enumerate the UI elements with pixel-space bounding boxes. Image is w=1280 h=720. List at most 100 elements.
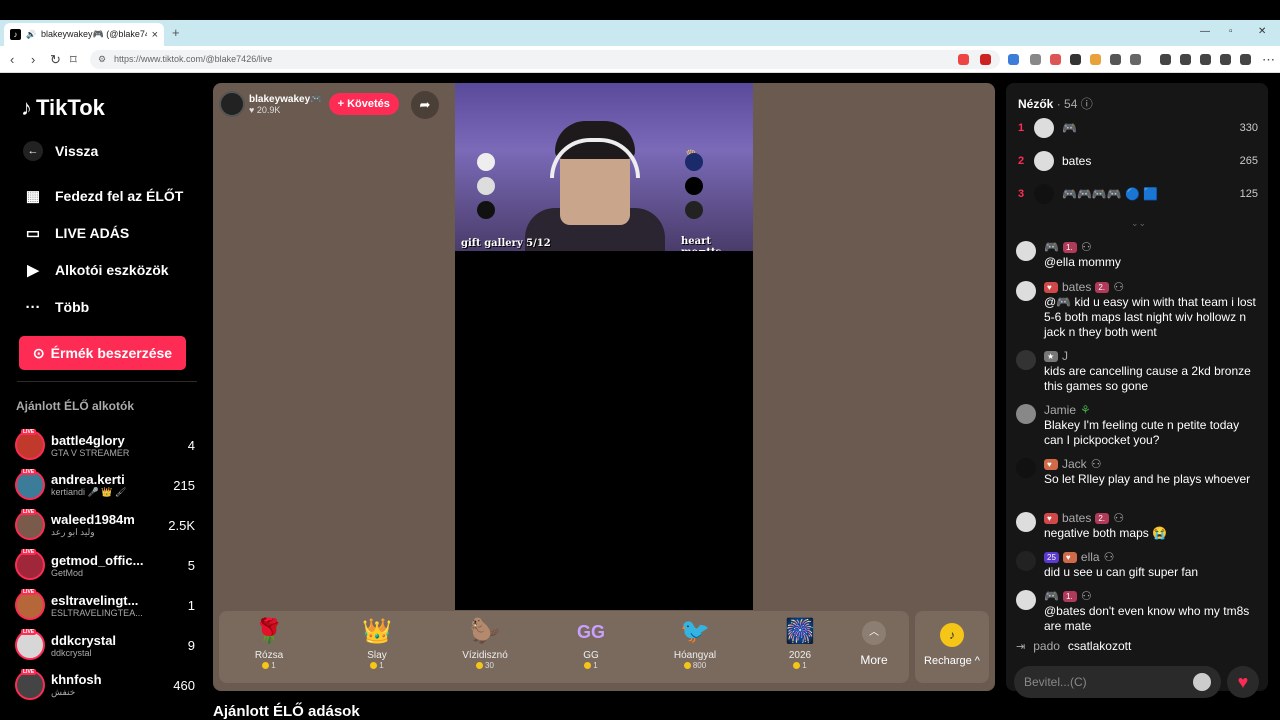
creator-item[interactable]: LIVE getmod_offic... GetMod 5 (15, 545, 195, 585)
address-bar[interactable]: ⚙ https://www.tiktok.com/@blake7426/live (90, 50, 1000, 69)
chat-username[interactable]: Jack (1062, 457, 1087, 471)
creator-item[interactable]: LIVE khnfosh خنفش 460 (15, 665, 195, 705)
gift-name: Rózsa (254, 650, 284, 661)
avatar[interactable] (1016, 590, 1036, 610)
avatar[interactable] (1016, 458, 1036, 478)
video-player[interactable]: ♛ ♛ gift gallery 5/12 heart me=tts (455, 83, 753, 610)
forward-nav-icon[interactable]: › (31, 52, 35, 67)
avatar[interactable] (1016, 404, 1036, 424)
host-avatar[interactable] (219, 91, 245, 117)
browser-tab[interactable]: ♪ 🔊 blakeywakey🎮 (@blake7426) × (4, 23, 164, 46)
like-heart-button[interactable]: ♥ (1227, 666, 1259, 698)
nav-explore-live[interactable]: ▦ Fedezd fel az ÉLŐT (23, 186, 183, 206)
close-window-icon[interactable]: ✕ (1258, 26, 1266, 37)
host-name[interactable]: blakeywakey🎮 (249, 94, 323, 105)
enter-icon: ⇥ (1016, 640, 1026, 653)
chat-username[interactable]: Jamie (1044, 403, 1076, 417)
favorites-icon[interactable] (1200, 54, 1211, 65)
viewer-count: 2.5K (168, 517, 195, 533)
help-icon[interactable]: ⓘ (1081, 97, 1093, 111)
extension-icon[interactable] (980, 54, 991, 65)
nav-live[interactable]: ▭ LIVE ADÁS (23, 223, 129, 243)
more-gifts-button[interactable]: ︿ More (849, 621, 899, 667)
avatar: LIVE (15, 509, 45, 540)
chat-username[interactable]: 🎮 (1044, 589, 1059, 603)
follow-button[interactable]: + Követés (328, 93, 399, 115)
back-nav-icon[interactable]: ‹ (10, 52, 14, 67)
recharge-button[interactable]: ♪ Recharge ^ (915, 611, 989, 683)
restore-icon[interactable]: ▫ (1229, 26, 1233, 37)
chat-text: @🎮 kid u easy win with that team i lost … (1044, 295, 1256, 339)
avatar: LIVE (15, 429, 45, 460)
more-label: More (860, 653, 888, 667)
calendar-icon: ▦ (25, 188, 41, 205)
expand-chevron-icon[interactable]: ⌄⌄ (1131, 218, 1146, 229)
extension-icon[interactable] (1050, 54, 1061, 65)
new-tab-button[interactable]: + (172, 25, 180, 40)
chat-username[interactable]: J (1062, 349, 1068, 363)
collections-icon[interactable] (1220, 54, 1231, 65)
creator-item[interactable]: LIVE ddkcrystal ddkcrystal 9 (15, 625, 195, 665)
chat-username[interactable]: bates (1062, 511, 1091, 525)
chat-input[interactable]: Bevitel...(C) (1014, 666, 1221, 698)
creator-sub: GTA V STREAMER (51, 447, 130, 458)
viewers-header[interactable]: Nézők · 54 ⓘ (1018, 95, 1093, 112)
avatar[interactable] (1016, 350, 1036, 370)
live-badge: LIVE (21, 549, 37, 555)
chat-username[interactable]: ella (1081, 550, 1100, 564)
chat-username[interactable]: bates (1062, 280, 1091, 294)
minimize-icon[interactable]: — (1200, 26, 1210, 37)
bookmark-icon[interactable]: ⌑ (70, 52, 77, 68)
avatar[interactable] (1016, 551, 1036, 571)
gift-2026[interactable]: 🎆 2026 1 (760, 617, 840, 670)
coin-icon (262, 662, 270, 670)
gift-gg[interactable]: GG GG 1 (551, 617, 631, 670)
tiktok-logo[interactable]: ♪ TikTok (21, 95, 105, 121)
extension-icon[interactable] (1130, 54, 1141, 65)
gift-rose[interactable]: 🌹 Rózsa 1 (229, 617, 309, 670)
extension-icon[interactable] (1110, 54, 1121, 65)
gift-capybara[interactable]: 🦫 Vízidisznó 30 (445, 617, 525, 670)
gift-snow-angel[interactable]: 🐦 Hóangyal 800 (655, 617, 735, 670)
top-viewer-row[interactable]: 1 🎮 330 (1018, 117, 1258, 139)
top-viewer-row[interactable]: 2 bates 265 (1018, 150, 1258, 172)
sidebar-icon[interactable] (1180, 54, 1191, 65)
rank-avatar (685, 177, 703, 195)
creator-item[interactable]: LIVE andrea.kerti kertiandi 🎤 👑 🖌 215 (15, 465, 195, 505)
gift-price: 30 (485, 661, 494, 670)
emoji-icon[interactable] (1193, 673, 1211, 691)
top-viewer-row[interactable]: 3 🎮🎮🎮🎮 🔵 🟦 125 (1018, 183, 1258, 205)
nav-live-label: LIVE ADÁS (55, 225, 130, 241)
tab-close-icon[interactable]: × (152, 29, 158, 41)
joined-username[interactable]: pado (1033, 639, 1060, 653)
nav-more[interactable]: ··· Több (23, 297, 90, 317)
avatar[interactable] (1016, 281, 1036, 301)
extension-icon[interactable] (1090, 54, 1101, 65)
creator-item[interactable]: LIVE esltravelingt... ESLTRAVELINGTEA... … (15, 585, 195, 625)
extension-icon[interactable] (1070, 54, 1081, 65)
extension-icon[interactable] (1008, 54, 1019, 65)
share-icon[interactable]: ➦ (411, 91, 439, 119)
media-icon[interactable] (1160, 54, 1171, 65)
chat-message: ★ J kids are cancelling cause a 2kd bronz… (1016, 348, 1261, 394)
profile-icon[interactable] (1240, 54, 1251, 65)
avatar[interactable] (1016, 512, 1036, 532)
avatar: LIVE (15, 549, 45, 580)
nav-creator-tools[interactable]: ▶ Alkotói eszközök (23, 260, 168, 280)
chat-username[interactable]: 🎮 (1044, 240, 1059, 254)
creator-item[interactable]: LIVE battle4glory GTA V STREAMER 4 (15, 425, 195, 465)
nav-back[interactable]: ← Vissza (23, 141, 98, 161)
avatar: LIVE (15, 669, 45, 700)
gift-slay[interactable]: 👑 Slay 1 (337, 617, 417, 670)
extension-icon[interactable] (1030, 54, 1041, 65)
coin-icon (793, 662, 801, 670)
reload-icon[interactable]: ↻ (50, 52, 61, 68)
get-coins-button[interactable]: ⊙ Érmék beszerzése (19, 336, 186, 370)
site-info-icon[interactable]: ⚙ (98, 50, 106, 69)
avatar[interactable] (1016, 241, 1036, 261)
gift-gallery-overlay: gift gallery 5/12 (461, 238, 551, 249)
creator-item[interactable]: LIVE waleed1984m وليد ابو رعد 2.5K (15, 505, 195, 545)
menu-icon[interactable]: ⋯ (1262, 52, 1275, 68)
url-text: https://www.tiktok.com/@blake7426/live (114, 54, 273, 64)
extension-icon[interactable] (958, 54, 969, 65)
